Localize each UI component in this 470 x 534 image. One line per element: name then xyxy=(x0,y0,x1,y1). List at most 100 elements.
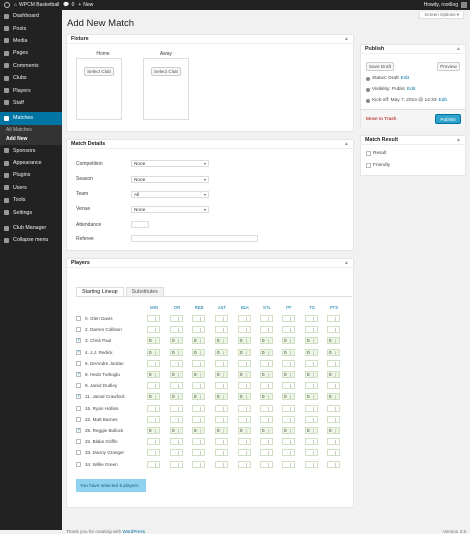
stepper-icon[interactable] xyxy=(178,429,181,433)
team-select[interactable]: All ▾ xyxy=(131,191,209,198)
stat-input-stl[interactable] xyxy=(260,382,273,390)
stat-input-stl[interactable] xyxy=(260,359,273,367)
sidebar-item-dashboard[interactable]: Dashboard xyxy=(0,10,62,22)
competition-select[interactable]: None ▾ xyxy=(131,160,209,167)
stat-input-pts[interactable]: 0 xyxy=(327,348,340,356)
players-header[interactable]: Players ▲ xyxy=(67,259,353,268)
stepper-icon[interactable] xyxy=(246,350,249,355)
stat-input-or[interactable] xyxy=(170,326,183,334)
match-details-header[interactable]: Match Details ▲ xyxy=(67,140,353,149)
stepper-icon[interactable] xyxy=(200,317,203,321)
stepper-icon[interactable] xyxy=(155,395,158,400)
stepper-icon[interactable] xyxy=(155,350,158,355)
stat-input-pts[interactable] xyxy=(327,460,340,468)
stat-input-ast[interactable]: 0 xyxy=(215,371,228,378)
stat-input-stl[interactable] xyxy=(260,438,273,446)
howdy-user[interactable]: Howdy, rooi6og xyxy=(424,2,458,8)
stat-input-to[interactable] xyxy=(305,449,318,457)
stepper-icon[interactable] xyxy=(290,317,293,321)
new-content-link[interactable]: + New xyxy=(78,2,93,8)
stepper-icon[interactable] xyxy=(155,339,158,344)
stat-input-blk[interactable]: 0 xyxy=(238,393,251,401)
kickoff-edit-link[interactable]: Edit xyxy=(439,98,447,103)
preview-button[interactable]: Preview xyxy=(437,62,460,71)
sidebar-item-media[interactable]: Media xyxy=(0,35,62,47)
wp-logo-menu[interactable] xyxy=(4,2,10,8)
stat-input-min[interactable] xyxy=(147,415,160,423)
stat-input-reb[interactable] xyxy=(192,326,205,334)
stat-input-pts[interactable] xyxy=(327,438,340,446)
stepper-icon[interactable] xyxy=(155,417,158,422)
stepper-icon[interactable] xyxy=(313,417,316,422)
visibility-edit-link[interactable]: Edit xyxy=(407,87,415,92)
sidebar-item-collapse-menu[interactable]: Collapse menu xyxy=(0,234,62,246)
stepper-icon[interactable] xyxy=(223,317,226,321)
stepper-icon[interactable] xyxy=(335,440,338,445)
stepper-icon[interactable] xyxy=(268,384,271,389)
sidebar-item-staff[interactable]: Staff xyxy=(0,97,62,109)
stat-input-pts[interactable] xyxy=(327,415,340,423)
stepper-icon[interactable] xyxy=(290,373,293,377)
stepper-icon[interactable] xyxy=(178,462,181,467)
stat-input-to[interactable] xyxy=(305,315,318,322)
stat-input-pts[interactable]: 0 xyxy=(327,337,340,345)
stat-input-min[interactable]: 0 xyxy=(147,348,160,356)
stat-input-min[interactable] xyxy=(147,449,160,457)
stepper-icon[interactable] xyxy=(200,395,203,400)
stepper-icon[interactable] xyxy=(290,361,293,366)
stepper-icon[interactable] xyxy=(223,395,226,400)
stat-input-stl[interactable] xyxy=(260,449,273,457)
status-edit-link[interactable]: Edit xyxy=(401,76,409,81)
stat-input-min[interactable] xyxy=(147,359,160,367)
column-header-blk[interactable]: BLK xyxy=(235,305,255,310)
result-option[interactable]: Result xyxy=(366,151,387,156)
stepper-icon[interactable] xyxy=(246,339,249,344)
sidebar-item-plugins[interactable]: Plugins xyxy=(0,169,62,181)
player-checkbox[interactable] xyxy=(76,439,81,445)
referee-input[interactable] xyxy=(131,235,258,242)
save-draft-button[interactable]: Save Draft xyxy=(366,62,394,71)
column-header-reb[interactable]: REB xyxy=(189,305,209,310)
stepper-icon[interactable] xyxy=(155,462,158,467)
sidebar-item-clubs[interactable]: Clubs xyxy=(0,72,62,84)
stat-input-pts[interactable] xyxy=(327,449,340,457)
stepper-icon[interactable] xyxy=(268,373,271,377)
stat-input-min[interactable]: 0 xyxy=(147,371,160,378)
stepper-icon[interactable] xyxy=(313,328,316,333)
stat-input-ast[interactable] xyxy=(215,460,228,468)
stepper-icon[interactable] xyxy=(290,350,293,355)
column-header-pts[interactable]: PTS xyxy=(324,305,344,310)
stat-input-blk[interactable]: 0 xyxy=(238,427,251,434)
collapse-icon[interactable]: ▲ xyxy=(344,36,349,42)
stat-input-pf[interactable] xyxy=(282,415,295,423)
stat-input-ast[interactable]: 0 xyxy=(215,393,228,401)
stepper-icon[interactable] xyxy=(155,361,158,366)
stepper-icon[interactable] xyxy=(335,339,338,344)
stat-input-pf[interactable]: 0 xyxy=(282,337,295,345)
player-checkbox[interactable] xyxy=(76,393,81,400)
stepper-icon[interactable] xyxy=(335,384,338,389)
stepper-icon[interactable] xyxy=(178,339,181,344)
stepper-icon[interactable] xyxy=(223,417,226,422)
stepper-icon[interactable] xyxy=(178,395,181,400)
publish-button[interactable]: Publish xyxy=(435,114,461,124)
stat-input-pf[interactable] xyxy=(282,315,295,322)
stat-input-blk[interactable] xyxy=(238,415,251,423)
away-select-club-button[interactable]: Select Club xyxy=(151,67,181,76)
stepper-icon[interactable] xyxy=(335,350,338,355)
stat-input-or[interactable]: 0 xyxy=(170,337,183,345)
stepper-icon[interactable] xyxy=(313,440,316,445)
stat-input-pf[interactable] xyxy=(282,382,295,390)
stat-input-ast[interactable] xyxy=(215,415,228,423)
stepper-icon[interactable] xyxy=(200,384,203,389)
stat-input-reb[interactable] xyxy=(192,315,205,322)
stat-input-to[interactable]: 0 xyxy=(305,348,318,356)
stat-input-reb[interactable] xyxy=(192,382,205,390)
stat-input-stl[interactable] xyxy=(260,315,273,322)
stat-input-to[interactable] xyxy=(305,326,318,334)
stepper-icon[interactable] xyxy=(268,361,271,366)
submenu-all-matches[interactable]: All Matches xyxy=(0,126,62,135)
stepper-icon[interactable] xyxy=(223,406,226,411)
player-checkbox[interactable] xyxy=(76,416,81,422)
stepper-icon[interactable] xyxy=(290,429,293,433)
